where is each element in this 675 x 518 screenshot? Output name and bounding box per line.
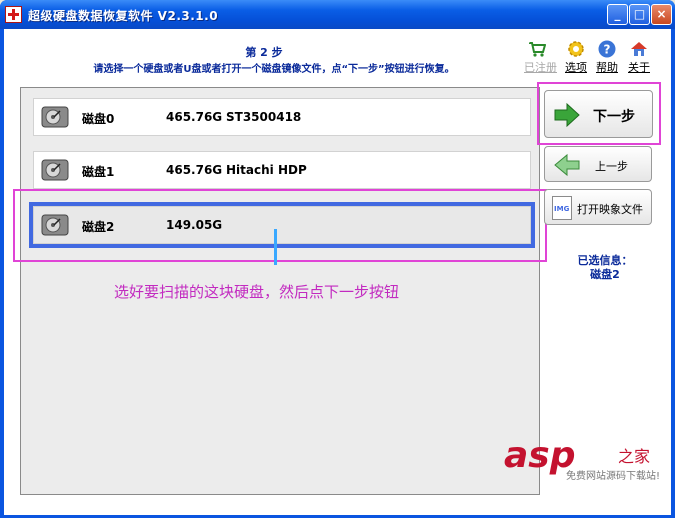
image-file-icon: IMG <box>552 196 572 220</box>
open-image-label: 打开映象文件 <box>577 203 643 216</box>
svg-text:?: ? <box>604 43 611 57</box>
help-button[interactable]: ? 帮助 <box>594 39 620 75</box>
disk-row-1[interactable]: 磁盘1 465.76G Hitachi HDP <box>33 151 531 189</box>
selection-annotation-box <box>13 189 547 262</box>
registered-label: 已注册 <box>524 61 557 74</box>
help-icon: ? <box>598 40 616 58</box>
hard-disk-icon <box>41 106 69 128</box>
prev-button[interactable]: 上一步 <box>544 146 652 182</box>
maximize-button[interactable]: □ <box>629 4 650 25</box>
next-label: 下一步 <box>593 109 635 125</box>
close-button[interactable]: × <box>651 4 672 25</box>
window-title: 超级硬盘数据恢复软件 V2.3.1.0 <box>28 9 219 23</box>
text-cursor <box>274 229 277 265</box>
watermark-cn: 之家 <box>618 447 651 466</box>
minimize-button[interactable]: _ <box>607 4 628 25</box>
site-watermark: asp 之家 免费网站源码下载站! <box>500 435 670 485</box>
options-button[interactable]: 选项 <box>563 39 589 75</box>
disk-name: 磁盘1 <box>82 165 115 179</box>
disk-row-0[interactable]: 磁盘0 465.76G ST3500418 <box>33 98 531 136</box>
about-label: 关于 <box>628 61 650 74</box>
step-title: 第 2 步 <box>245 46 283 59</box>
disk-size: 465.76G <box>166 163 223 177</box>
disk-name: 磁盘0 <box>82 112 115 126</box>
disk-model: ST3500418 <box>226 110 302 124</box>
disk-size: 465.76G <box>166 110 223 124</box>
home-icon <box>631 42 647 56</box>
selected-info-value: 磁盘2 <box>590 268 620 281</box>
app-logo-icon <box>5 6 22 23</box>
arrow-left-icon <box>554 153 580 177</box>
arrow-right-icon <box>554 102 580 128</box>
prev-label: 上一步 <box>595 160 628 173</box>
gear-icon <box>568 41 584 57</box>
selected-info: 已选信息： 磁盘2 <box>550 254 660 282</box>
app-window: 超级硬盘数据恢复软件 V2.3.1.0 _ □ × 第 2 步 请选择一个硬盘或… <box>0 0 675 518</box>
image-file-badge: IMG <box>554 205 570 213</box>
next-button[interactable]: 下一步 <box>544 90 653 138</box>
about-button[interactable]: 关于 <box>626 39 652 75</box>
open-image-button[interactable]: IMG 打开映象文件 <box>544 189 652 225</box>
cart-icon <box>529 42 547 57</box>
options-label: 选项 <box>565 61 587 74</box>
selected-info-label: 已选信息： <box>577 254 633 267</box>
instruction-annotation: 选好要扫描的这块硬盘，然后点下一步按钮 <box>114 283 400 301</box>
watermark-brand: asp <box>504 435 576 476</box>
help-label: 帮助 <box>596 61 618 74</box>
disk-model: Hitachi HDP <box>226 163 307 177</box>
watermark-sub: 免费网站源码下载站! <box>566 471 661 482</box>
hard-disk-icon <box>41 159 69 181</box>
registered-button[interactable]: 已注册 <box>524 39 557 75</box>
title-bar[interactable]: 超级硬盘数据恢复软件 V2.3.1.0 _ □ × <box>0 0 675 29</box>
step-description: 请选择一个硬盘或者U盘或者打开一个磁盘镜像文件，点“下一步”按钮进行恢复。 <box>93 64 455 75</box>
